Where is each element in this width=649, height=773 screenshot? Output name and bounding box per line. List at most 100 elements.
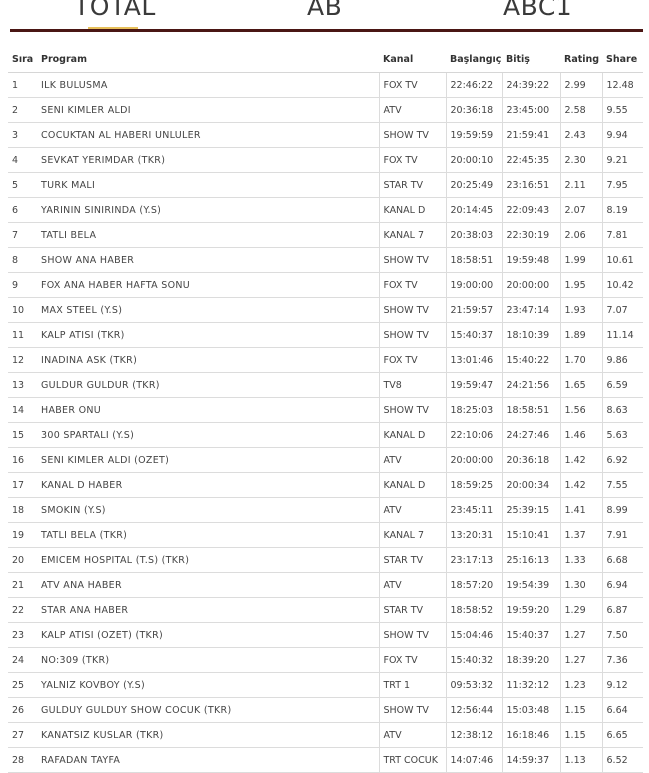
column-header-baslangic[interactable]: Başlangıç bbox=[446, 47, 502, 73]
rank-cell: 10 bbox=[8, 297, 37, 323]
table-row: 12 INADINA ASK (TKR) FOX TV 13:01:46 15:40:2… bbox=[8, 347, 643, 373]
rating-cell: 1.30 bbox=[559, 572, 602, 598]
rating-cell: 1.46 bbox=[559, 422, 602, 448]
header-divider bbox=[10, 29, 643, 32]
start-time-cell: 13:01:46 bbox=[445, 347, 502, 373]
end-time-cell: 18:39:20 bbox=[501, 647, 560, 673]
rank-cell: 7 bbox=[8, 222, 37, 248]
share-cell: 8.63 bbox=[601, 397, 643, 423]
channel-cell: FOX TV bbox=[378, 147, 446, 173]
share-cell: 7.07 bbox=[601, 297, 643, 323]
column-header-kanal[interactable]: Kanal bbox=[379, 47, 446, 73]
start-time-cell: 20:25:49 bbox=[445, 172, 502, 198]
channel-cell: SHOW TV bbox=[378, 297, 446, 323]
start-time-cell: 19:59:47 bbox=[445, 372, 502, 398]
rating-cell: 1.15 bbox=[559, 697, 602, 723]
program-cell: TATLI BELA bbox=[37, 222, 379, 248]
share-cell: 5.63 bbox=[601, 422, 643, 448]
rank-cell: 24 bbox=[8, 647, 37, 673]
share-cell: 9.21 bbox=[601, 147, 643, 173]
end-time-cell: 21:59:41 bbox=[501, 122, 560, 148]
table-row: 27 KANATSIZ KUSLAR (TKR) ATV 12:38:12 16:18:… bbox=[8, 722, 643, 748]
share-cell: 9.94 bbox=[601, 122, 643, 148]
start-time-cell: 21:59:57 bbox=[445, 297, 502, 323]
rank-cell: 12 bbox=[8, 347, 37, 373]
share-cell: 7.81 bbox=[601, 222, 643, 248]
channel-cell: KANAL 7 bbox=[378, 522, 446, 548]
rating-cell: 2.11 bbox=[559, 172, 602, 198]
rank-cell: 4 bbox=[8, 147, 37, 173]
rank-cell: 26 bbox=[8, 697, 37, 723]
start-time-cell: 12:38:12 bbox=[445, 722, 502, 748]
end-time-cell: 15:03:48 bbox=[501, 697, 560, 723]
rank-cell: 5 bbox=[8, 172, 37, 198]
column-header-program[interactable]: Program bbox=[37, 47, 379, 73]
rank-cell: 28 bbox=[8, 747, 37, 773]
channel-cell: STAR TV bbox=[378, 597, 446, 623]
tab-abc1[interactable]: ABC1 bbox=[503, 0, 572, 21]
start-time-cell: 22:46:22 bbox=[445, 72, 502, 98]
tab-ab[interactable]: AB bbox=[307, 0, 342, 21]
program-cell: TATLI BELA (TKR) bbox=[37, 522, 379, 548]
table-row: 13 GULDUR GULDUR (TKR) TV8 19:59:47 24:21:56… bbox=[8, 372, 643, 398]
table-header-row: Sıra Program Kanal Başlangıç Bitiş Ratin… bbox=[8, 47, 643, 73]
column-header-rating[interactable]: Rating bbox=[560, 47, 602, 73]
end-time-cell: 20:00:00 bbox=[501, 272, 560, 298]
program-cell: INADINA ASK (TKR) bbox=[37, 347, 379, 373]
start-time-cell: 18:58:51 bbox=[445, 247, 502, 273]
start-time-cell: 22:10:06 bbox=[445, 422, 502, 448]
end-time-cell: 22:45:35 bbox=[501, 147, 560, 173]
end-time-cell: 18:10:39 bbox=[501, 322, 560, 348]
share-cell: 12.48 bbox=[601, 72, 643, 98]
start-time-cell: 23:17:13 bbox=[445, 547, 502, 573]
table-row: 1 ILK BULUSMA FOX TV 22:46:22 24:39:22 2.99 12… bbox=[8, 72, 643, 98]
rating-cell: 1.41 bbox=[559, 497, 602, 523]
column-header-share[interactable]: Share bbox=[602, 47, 643, 73]
ratings-table: Sıra Program Kanal Başlangıç Bitiş Ratin… bbox=[8, 47, 643, 773]
channel-cell: ATV bbox=[378, 447, 446, 473]
table-row: 17 KANAL D HABER KANAL D 18:59:25 20:00:34 1.… bbox=[8, 472, 643, 498]
channel-cell: SHOW TV bbox=[378, 397, 446, 423]
rank-cell: 23 bbox=[8, 622, 37, 648]
rating-cell: 1.15 bbox=[559, 722, 602, 748]
share-cell: 6.52 bbox=[601, 747, 643, 773]
rating-cell: 1.29 bbox=[559, 597, 602, 623]
start-time-cell: 20:38:03 bbox=[445, 222, 502, 248]
share-cell: 6.94 bbox=[601, 572, 643, 598]
start-time-cell: 18:57:20 bbox=[445, 572, 502, 598]
table-row: 25 YALNIZ KOVBOY (Y.S) TRT 1 09:53:32 11:32:… bbox=[8, 672, 643, 698]
rating-cell: 1.13 bbox=[559, 747, 602, 773]
program-cell: NO:309 (TKR) bbox=[37, 647, 379, 673]
rating-cell: 1.65 bbox=[559, 372, 602, 398]
table-row: 6 YARININ SINIRINDA (Y.S) KANAL D 20:14:45 2… bbox=[8, 197, 643, 223]
channel-cell: SHOW TV bbox=[378, 697, 446, 723]
start-time-cell: 23:45:11 bbox=[445, 497, 502, 523]
end-time-cell: 20:36:18 bbox=[501, 447, 560, 473]
share-cell: 6.92 bbox=[601, 447, 643, 473]
table-row: 20 EMICEM HOSPITAL (T.S) (TKR) STAR TV 23:1… bbox=[8, 547, 643, 573]
start-time-cell: 18:25:03 bbox=[445, 397, 502, 423]
channel-cell: STAR TV bbox=[378, 172, 446, 198]
start-time-cell: 20:14:45 bbox=[445, 197, 502, 223]
rank-cell: 21 bbox=[8, 572, 37, 598]
end-time-cell: 23:47:14 bbox=[501, 297, 560, 323]
column-header-bitis[interactable]: Bitiş bbox=[502, 47, 560, 73]
start-time-cell: 20:00:00 bbox=[445, 447, 502, 473]
end-time-cell: 20:00:34 bbox=[501, 472, 560, 498]
rating-cell: 1.23 bbox=[559, 672, 602, 698]
program-cell: YALNIZ KOVBOY (Y.S) bbox=[37, 672, 379, 698]
table-row: 5 TURK MALI STAR TV 20:25:49 23:16:51 2.11 7.9… bbox=[8, 172, 643, 198]
table-row: 14 HABER ONU SHOW TV 18:25:03 18:58:51 1.56 8.… bbox=[8, 397, 643, 423]
rank-cell: 27 bbox=[8, 722, 37, 748]
start-time-cell: 18:58:52 bbox=[445, 597, 502, 623]
channel-cell: TV8 bbox=[378, 372, 446, 398]
tab-total[interactable]: TOTAL bbox=[74, 0, 156, 21]
start-time-cell: 19:59:59 bbox=[445, 122, 502, 148]
channel-cell: TRT 1 bbox=[378, 672, 446, 698]
rank-cell: 3 bbox=[8, 122, 37, 148]
end-time-cell: 19:59:20 bbox=[501, 597, 560, 623]
column-header-sira[interactable]: Sıra bbox=[8, 47, 37, 73]
rank-cell: 20 bbox=[8, 547, 37, 573]
channel-cell: FOX TV bbox=[378, 347, 446, 373]
end-time-cell: 14:59:37 bbox=[501, 747, 560, 773]
